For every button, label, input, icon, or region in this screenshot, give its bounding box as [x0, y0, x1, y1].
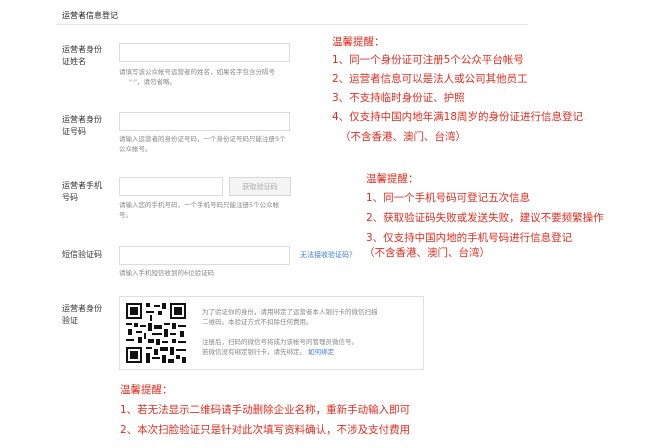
verify-field-label: 运营者身份 验证 — [62, 303, 104, 327]
id-label-line2: 证号码 — [62, 127, 86, 136]
tips-phone-panel: 温馨提醒： 1、同一个手机号码可登记五次信息 2、获取验证码失败或发送失败，建议… — [366, 171, 656, 245]
verify-label-line1: 运营者身份 — [62, 304, 102, 313]
tips-id-item: 1、同一个身份证可注册5个公众平台帐号 — [332, 54, 524, 66]
phone-field-label: 运营者手机 号码 — [62, 180, 104, 204]
qr-code-icon[interactable] — [124, 301, 188, 365]
tips-phone-title: 温馨提醒： — [366, 173, 419, 185]
verify-note-line2: 若微信没有绑定银行卡，请先绑定。 如何绑定 — [202, 347, 358, 357]
tips-qr-item: 2、本次扫脸验证只是针对此次填写资料确认，不涉及支付费用 — [120, 424, 411, 436]
phone-label-line2: 号码 — [62, 193, 78, 202]
name-field-label: 运营者身份 证姓名 — [62, 44, 104, 68]
tips-id-item: 3、不支持临时身份证、护照 — [332, 92, 465, 104]
verify-qr-panel: 为了验证你的身份，请用绑定了运营者本人银行卡的微信扫描 二维码。本验证方式不扣除… — [119, 296, 424, 370]
phone-label-line1: 运营者手机 — [62, 181, 102, 190]
section-divider — [56, 24, 528, 25]
verify-note-text: 若微信没有绑定银行卡，请先绑定。 — [202, 348, 306, 356]
name-label-line1: 运营者身份 — [62, 45, 102, 54]
phone-hint-line1: 请输入您的手机号码，一个手机号码只能注册5个公众帐 — [119, 201, 280, 209]
phone-input[interactable] — [119, 177, 223, 196]
tips-id-item: 2、运营者信息可以是法人或公司其他员工 — [332, 73, 528, 85]
verify-desc-line1: 为了验证你的身份，请用绑定了运营者本人银行卡的微信扫描 — [202, 308, 378, 316]
cannot-receive-code-link[interactable]: 无法接收验证码？ — [300, 250, 356, 260]
id-hint: 请输入运营者的身份证号码，一个身份证号码只能注册5个 公众帐号。 — [119, 134, 286, 154]
name-hint-line1: 请填写该公众帐号运营者的姓名，如果名字包含分隔号 — [119, 68, 275, 76]
tips-id-footnote: （不含香港、澳门、台湾） — [340, 131, 466, 143]
tips-qr-item: 1、若无法显示二维码请手动删除企业名称，重新手动输入即可 — [120, 404, 411, 416]
tips-qr-panel: 温馨提醒： 1、若无法显示二维码请手动删除企业名称，重新手动输入即可 2、本次扫… — [120, 382, 460, 437]
verify-desc-line2: 二维码。本验证方式不扣除任何费用。 — [202, 318, 313, 326]
verify-note-line1: 注册后，扫码的微信号将成为该帐号的管理员微信号。 — [202, 338, 358, 346]
id-label-line1: 运营者身份 — [62, 115, 102, 124]
id-field-label: 运营者身份 证号码 — [62, 114, 104, 138]
verify-label-line2: 验证 — [62, 316, 78, 325]
tips-phone-footnote: （不含香港、澳门、台湾） — [364, 247, 490, 259]
id-number-input[interactable] — [119, 112, 290, 131]
id-hint-line1: 请输入运营者的身份证号码，一个身份证号码只能注册5个 — [119, 135, 286, 143]
name-label-line2: 证姓名 — [62, 57, 86, 66]
name-input[interactable] — [119, 43, 290, 62]
tips-phone-item: 1、同一个手机号码可登记五次信息 — [366, 192, 531, 204]
tips-id-title: 温馨提醒： — [332, 36, 385, 48]
tips-qr-title: 温馨提醒： — [120, 384, 173, 396]
sms-code-input[interactable] — [119, 246, 290, 265]
phone-hint-line2: 号。 — [119, 211, 132, 219]
sms-hint: 请输入手机短信收到的6位验证码 — [119, 269, 215, 277]
tips-phone-item: 3、仅支持中国内地的手机号码进行信息登记 — [366, 232, 573, 244]
tips-phone-item: 2、获取验证码失败或发送失败，建议不要频繁操作 — [366, 212, 604, 224]
tips-id-item: 4、仅支持中国内地年满18周岁的身份证进行信息登记 — [332, 111, 584, 123]
id-hint-line2: 公众帐号。 — [119, 145, 152, 153]
tips-id-panel: 温馨提醒： 1、同一个身份证可注册5个公众平台帐号 2、运营者信息可以是法人或公… — [332, 34, 652, 144]
section-title: 运营者信息登记 — [62, 11, 118, 20]
get-code-button[interactable]: 获取验证码 — [229, 177, 291, 196]
name-hint-line2: "·"，请勿省略。 — [129, 78, 177, 86]
phone-hint: 请输入您的手机号码，一个手机号码只能注册5个公众帐 号。 — [119, 200, 279, 220]
how-to-bind-link[interactable]: 如何绑定 — [308, 348, 334, 356]
sms-field-label: 短信验证码 — [62, 250, 102, 259]
name-hint: 请填写该公众帐号运营者的姓名，如果名字包含分隔号 "·"，请勿省略。 — [119, 67, 275, 87]
